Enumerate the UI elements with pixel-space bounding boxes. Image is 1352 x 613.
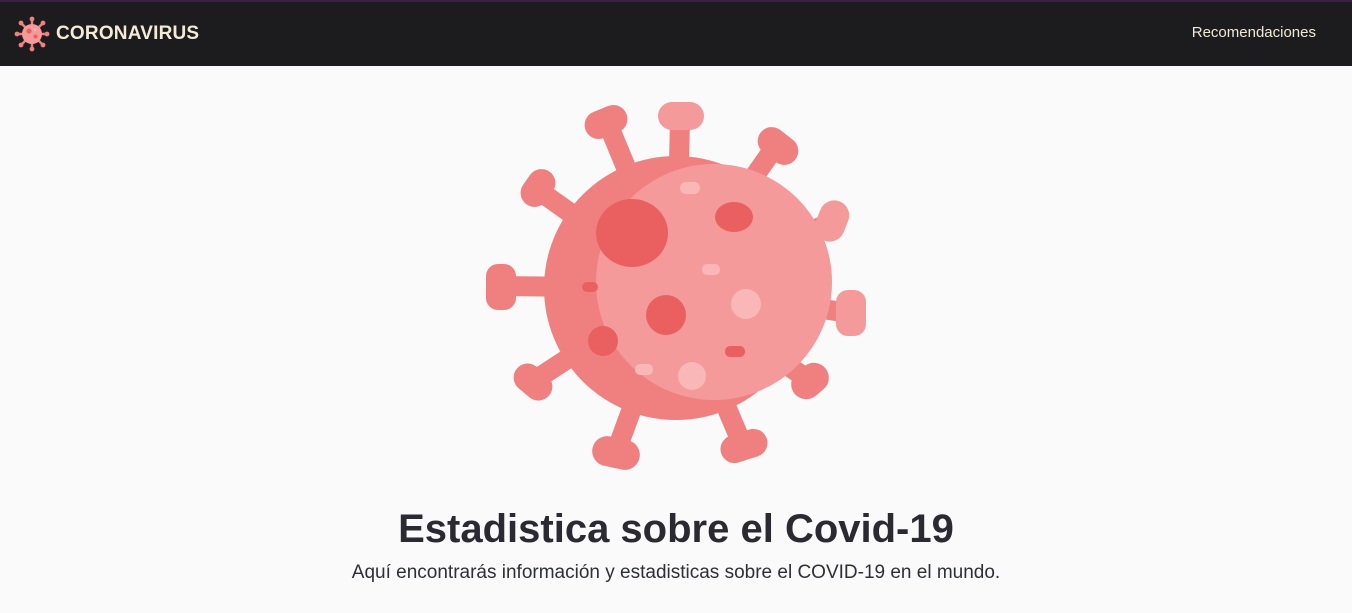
virus-illustration (480, 98, 870, 483)
virus-icon (14, 16, 50, 52)
page-title: Estadistica sobre el Covid-19 (398, 507, 954, 551)
top-navbar: CORONAVIRUS Recomendaciones (0, 0, 1352, 66)
brand-title: CORONAVIRUS (56, 23, 200, 44)
nav-link-recomendaciones[interactable]: Recomendaciones (1192, 24, 1316, 41)
brand-link[interactable]: CORONAVIRUS (14, 15, 199, 53)
page-subtitle: Aquí encontrarás información y estadisti… (351, 562, 1001, 583)
